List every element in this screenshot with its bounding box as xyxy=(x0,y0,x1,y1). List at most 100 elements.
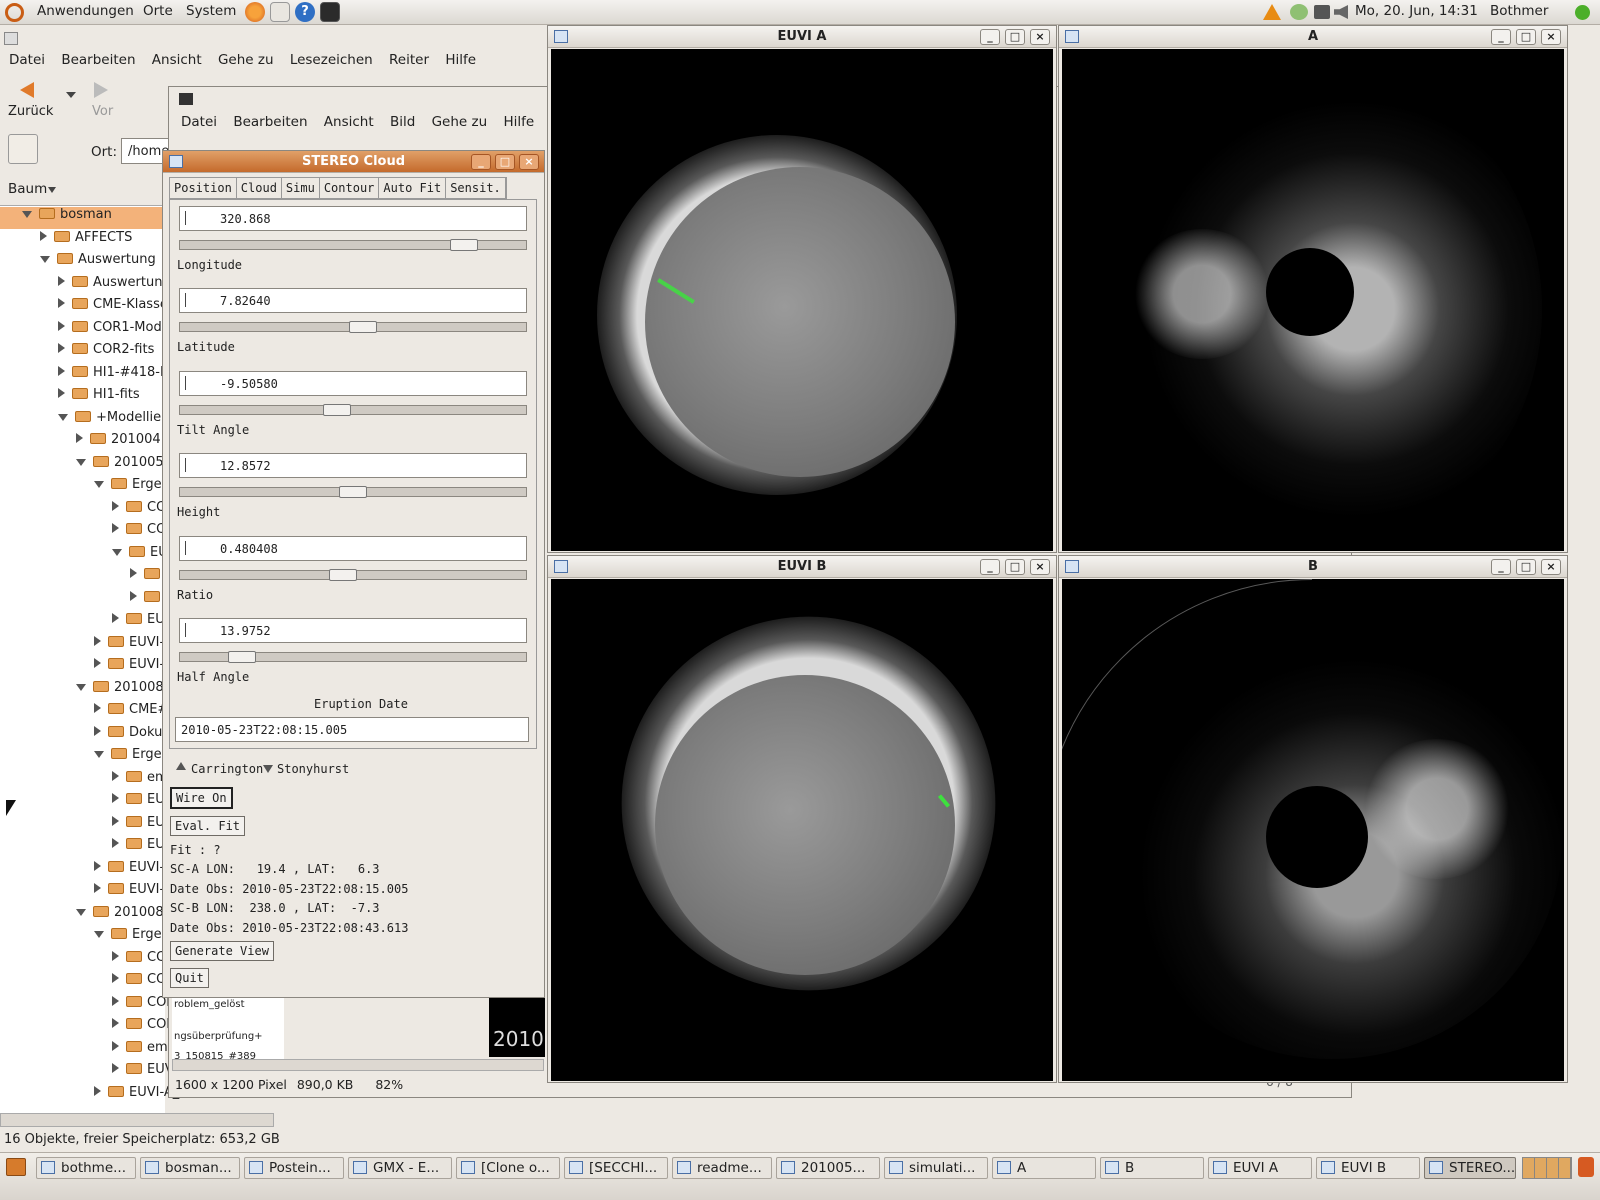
tree-row[interactable]: COR2-fits xyxy=(58,340,154,360)
tree-row[interactable]: EU xyxy=(112,835,165,855)
half-angle-slider[interactable] xyxy=(179,651,527,663)
close-button[interactable]: × xyxy=(1030,559,1050,575)
maximize-button[interactable]: □ xyxy=(1516,559,1536,575)
tree-row[interactable]: Auswertung xyxy=(58,273,171,293)
taskbar-button[interactable]: EUVI A xyxy=(1208,1157,1312,1179)
back-arrow-icon[interactable] xyxy=(20,82,34,98)
forward-button[interactable]: Vor xyxy=(92,104,113,119)
firefox-icon[interactable] xyxy=(245,2,265,22)
mail-icon[interactable] xyxy=(270,2,290,22)
wire-on-button[interactable]: Wire On xyxy=(170,787,233,809)
tree-row[interactable]: EUVI- xyxy=(94,858,164,878)
tab-contour[interactable]: Contour xyxy=(320,178,380,198)
window-icon[interactable] xyxy=(169,155,183,168)
tree-row[interactable]: 2010041 xyxy=(76,430,169,450)
euvi-a-image[interactable] xyxy=(551,49,1053,551)
expander-closed-icon[interactable] xyxy=(58,276,65,286)
expander-open-icon[interactable] xyxy=(76,909,86,916)
tree-row[interactable]: Ergeb xyxy=(94,925,170,945)
back-button[interactable]: Zurück xyxy=(8,104,53,119)
tree-row[interactable]: EUVI- xyxy=(94,655,164,675)
minimize-button[interactable]: _ xyxy=(471,154,491,170)
tree-row[interactable]: Doku xyxy=(94,723,162,743)
tree-row[interactable]: 2010080 xyxy=(76,903,172,923)
expander-open-icon[interactable] xyxy=(76,459,86,466)
radio-stonyhurst-icon[interactable] xyxy=(263,765,273,773)
viewer-menu-view[interactable]: Ansicht xyxy=(324,114,374,130)
taskbar-button[interactable]: Postein... xyxy=(244,1157,344,1179)
tab-position[interactable]: Position xyxy=(170,178,237,198)
expander-closed-icon[interactable] xyxy=(94,883,101,893)
expander-closed-icon[interactable] xyxy=(112,1018,119,1028)
tab-auto-fit[interactable]: Auto Fit xyxy=(379,178,447,198)
expander-closed-icon[interactable] xyxy=(94,636,101,646)
taskbar-button[interactable]: bothme... xyxy=(36,1157,136,1179)
tree-row[interactable]: em xyxy=(112,768,168,788)
expander-closed-icon[interactable] xyxy=(112,613,119,623)
taskbar-button[interactable]: [Clone o... xyxy=(456,1157,560,1179)
display-icon[interactable] xyxy=(1314,5,1330,19)
expander-closed-icon[interactable] xyxy=(112,523,119,533)
terminal-icon[interactable] xyxy=(320,2,340,22)
expander-open-icon[interactable] xyxy=(94,481,104,488)
height-input[interactable]: 12.8572 xyxy=(179,453,527,479)
tree-row[interactable]: CO xyxy=(112,520,166,540)
tab-simu[interactable]: Simu xyxy=(282,178,320,198)
tree-row[interactable]: EU xyxy=(112,610,165,630)
workspace-switcher[interactable] xyxy=(1522,1157,1572,1179)
expander-open-icon[interactable] xyxy=(58,414,68,421)
places-menu[interactable]: Orte xyxy=(143,3,173,19)
maximize-button[interactable]: □ xyxy=(1005,559,1025,575)
tree-row[interactable]: COR1-Mode xyxy=(58,318,170,338)
radio-carrington-label[interactable]: Carrington xyxy=(191,762,263,776)
menu-edit[interactable]: Bearbeiten xyxy=(61,52,135,68)
tree-row[interactable]: em xyxy=(112,1038,168,1058)
euvi-b-image[interactable] xyxy=(551,579,1053,1081)
viewer-menu-image[interactable]: Bild xyxy=(390,114,415,130)
taskbar-button[interactable]: simulati... xyxy=(884,1157,988,1179)
menu-go[interactable]: Gehe zu xyxy=(218,52,274,68)
expander-closed-icon[interactable] xyxy=(130,568,137,578)
radio-stonyhurst-label[interactable]: Stonyhurst xyxy=(277,762,349,776)
half-angle-input[interactable]: 13.9752 xyxy=(179,618,527,643)
expander-closed-icon[interactable] xyxy=(94,861,101,871)
tree-row[interactable]: EUVI- xyxy=(94,880,164,900)
euvi-b-titlebar[interactable]: EUVI B _ □ × xyxy=(548,556,1056,578)
slider-thumb[interactable] xyxy=(329,568,357,581)
expander-open-icon[interactable] xyxy=(76,684,86,691)
tilt-angle-input[interactable]: -9.50580 xyxy=(179,370,527,396)
stereo-cloud-titlebar[interactable]: STEREO Cloud _ □ × xyxy=(163,151,544,173)
longitude-input[interactable]: 320.868 xyxy=(179,206,527,231)
expander-closed-icon[interactable] xyxy=(112,838,119,848)
slider-thumb[interactable] xyxy=(339,486,367,499)
tree-row[interactable]: HI1-#418-R xyxy=(58,363,169,383)
cor-a-titlebar[interactable]: A _ □ × xyxy=(1059,26,1567,48)
tree-row[interactable]: 2010080 xyxy=(76,678,172,698)
warning-icon[interactable] xyxy=(1263,4,1281,20)
quit-button[interactable]: Quit xyxy=(170,968,209,988)
slider-thumb[interactable] xyxy=(349,321,377,334)
close-button[interactable]: × xyxy=(519,154,539,170)
trash-icon[interactable] xyxy=(1578,1157,1594,1177)
window-icon[interactable] xyxy=(554,30,568,43)
expander-closed-icon[interactable] xyxy=(112,793,119,803)
menu-bookmarks[interactable]: Lesezeichen xyxy=(290,52,373,68)
back-history-chevron-icon[interactable] xyxy=(66,92,76,98)
expander-closed-icon[interactable] xyxy=(58,321,65,331)
tree-row[interactable]: bosman xyxy=(22,205,112,225)
tree-row[interactable]: +Modellieru xyxy=(58,408,175,428)
collection-item[interactable]: ngsüberprüfung+ xyxy=(174,1031,263,1042)
expander-open-icon[interactable] xyxy=(40,256,50,263)
taskbar-button[interactable]: GMX - E... xyxy=(348,1157,452,1179)
expander-closed-icon[interactable] xyxy=(58,343,65,353)
close-button[interactable]: × xyxy=(1030,29,1050,45)
image-viewer-window-icon[interactable] xyxy=(179,93,193,105)
cor-b-image[interactable] xyxy=(1062,579,1564,1081)
expander-closed-icon[interactable] xyxy=(112,816,119,826)
taskbar-button[interactable]: STEREO... xyxy=(1424,1157,1516,1179)
ratio-slider[interactable] xyxy=(179,568,527,581)
latitude-input[interactable]: 7.82640 xyxy=(179,288,527,314)
taskbar-button[interactable]: readme... xyxy=(672,1157,772,1179)
expander-open-icon[interactable] xyxy=(94,751,104,758)
slider-thumb[interactable] xyxy=(228,651,256,663)
